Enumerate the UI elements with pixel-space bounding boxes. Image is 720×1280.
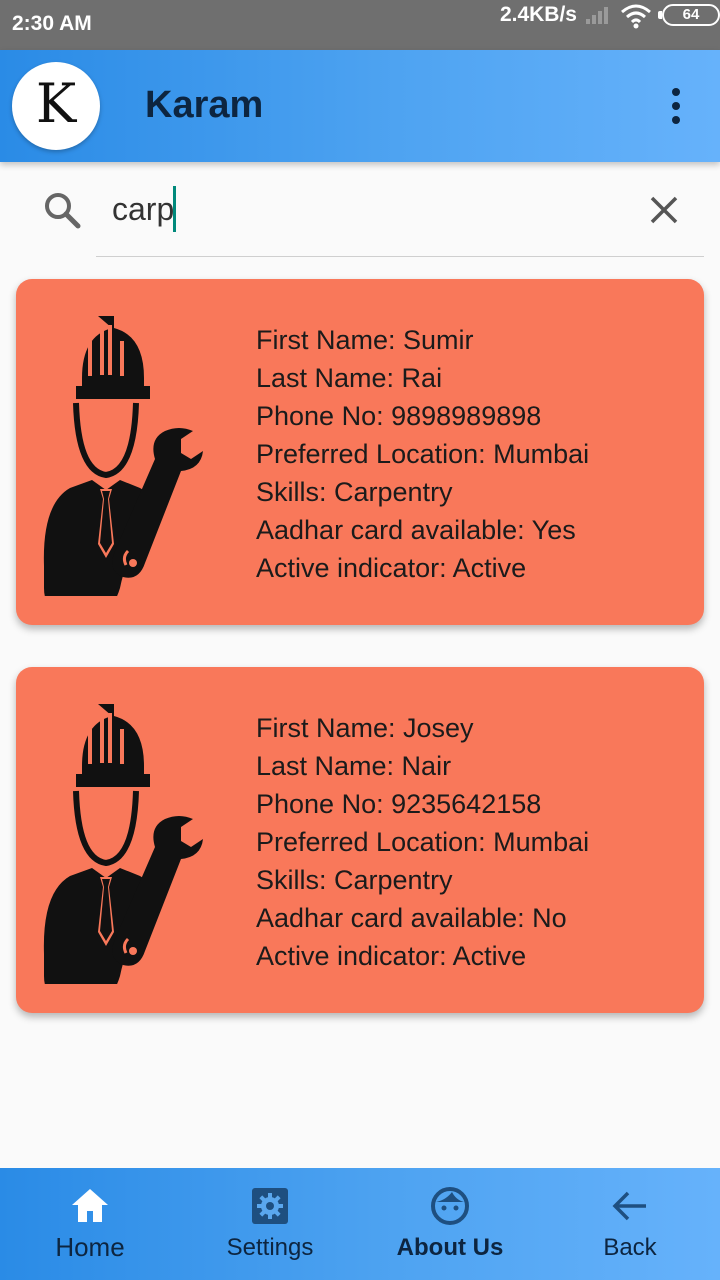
last-name: Last Name: Rai xyxy=(256,363,443,393)
preferred-location: Preferred Location: Mumbai xyxy=(256,439,590,469)
menu-dot-icon xyxy=(672,102,680,110)
overflow-menu-button[interactable] xyxy=(668,88,684,128)
home-icon xyxy=(72,1189,108,1222)
active-indicator: Active indicator: Active xyxy=(256,553,527,583)
nav-settings-label: Settings xyxy=(226,1234,314,1261)
status-time: 2:30 AM xyxy=(12,12,92,35)
app-bar: K Karam xyxy=(0,50,720,162)
nav-back-label: Back xyxy=(603,1234,657,1261)
aadhar-status: Aadhar card available: No xyxy=(256,903,567,933)
nav-home[interactable]: Home xyxy=(0,1168,180,1280)
worker-details: First Name: Sumir Last Name: Rai Phone N… xyxy=(256,321,589,587)
status-bar: 2:30 AM 2.4KB/s 64 xyxy=(0,0,720,50)
karam-logo-icon: K xyxy=(36,72,78,135)
nav-about-us[interactable]: About Us xyxy=(360,1168,540,1280)
worker-with-wrench-icon xyxy=(43,316,203,596)
skills: Skills: Carpentry xyxy=(256,865,453,895)
worker-details: First Name: Josey Last Name: Nair Phone … xyxy=(256,709,589,975)
arrow-left-icon xyxy=(612,1191,646,1221)
last-name: Last Name: Nair xyxy=(256,751,452,781)
search-bar xyxy=(0,162,720,262)
bottom-navigation: Home Settings About Us Back xyxy=(0,1168,720,1280)
nav-back[interactable]: Back xyxy=(540,1168,720,1280)
app-title: Karam xyxy=(145,84,264,126)
first-name: First Name: Josey xyxy=(256,713,474,743)
gear-icon xyxy=(252,1188,288,1224)
battery-icon: 64 xyxy=(658,4,720,26)
app-logo: K xyxy=(12,62,100,150)
signal-icon xyxy=(586,7,608,24)
skills: Skills: Carpentry xyxy=(256,477,453,507)
preferred-location: Preferred Location: Mumbai xyxy=(256,827,590,857)
face-icon xyxy=(431,1187,469,1225)
menu-dot-icon xyxy=(672,116,680,124)
nav-settings[interactable]: Settings xyxy=(180,1168,360,1280)
menu-dot-icon xyxy=(672,88,680,96)
search-underline xyxy=(96,256,704,257)
worker-card[interactable]: First Name: Josey Last Name: Nair Phone … xyxy=(16,667,704,1013)
nav-about-us-label: About Us xyxy=(396,1234,504,1261)
first-name: First Name: Sumir xyxy=(256,325,474,355)
nav-home-label: Home xyxy=(55,1232,125,1262)
active-indicator: Active indicator: Active xyxy=(256,941,527,971)
phone-number: Phone No: 9898989898 xyxy=(256,401,542,431)
network-speed: 2.4KB/s xyxy=(499,3,577,26)
close-icon[interactable] xyxy=(648,194,680,226)
search-icon[interactable] xyxy=(42,190,82,230)
wifi-icon xyxy=(621,4,651,29)
svg-text:K: K xyxy=(36,72,78,135)
worker-card[interactable]: First Name: Sumir Last Name: Rai Phone N… xyxy=(16,279,704,625)
search-input[interactable] xyxy=(96,180,652,238)
aadhar-status: Aadhar card available: Yes xyxy=(256,515,576,545)
text-caret xyxy=(173,186,176,232)
phone-number: Phone No: 9235642158 xyxy=(256,789,542,819)
worker-with-wrench-icon xyxy=(43,704,203,984)
